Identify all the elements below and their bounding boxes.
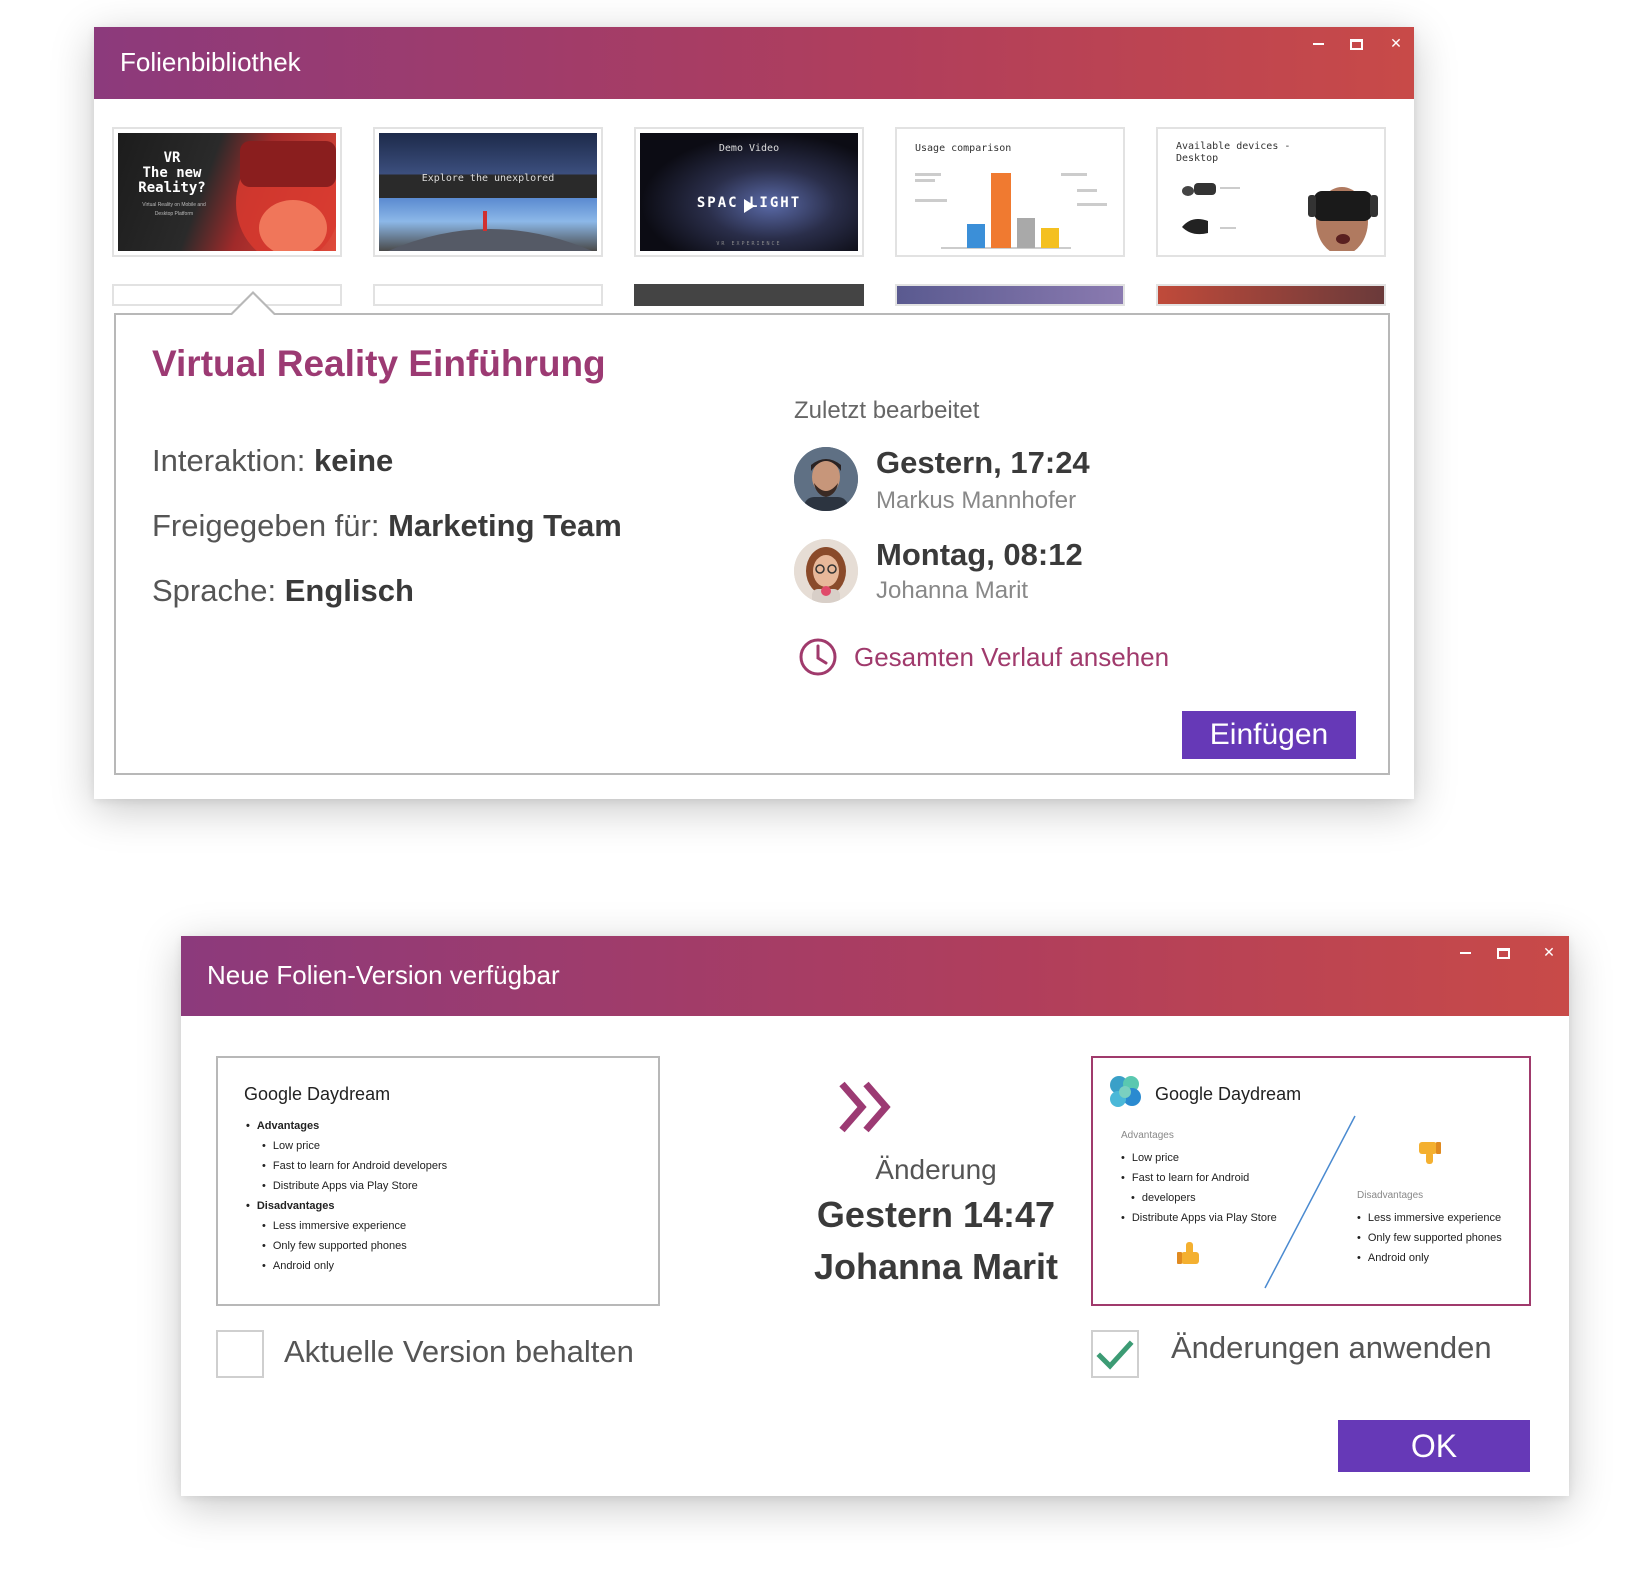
slide-thumbnail-row2-2[interactable] xyxy=(373,284,603,306)
thumb-vr-line2: The new xyxy=(142,165,202,181)
thumb-vr-line3: Reality? xyxy=(138,180,206,196)
play-icon[interactable] xyxy=(744,199,755,213)
interaction-property: Interaktion: keine xyxy=(152,443,393,479)
thumb-explore-caption: Explore the unexplored xyxy=(421,173,555,184)
current-slide-title: Google Daydream xyxy=(244,1084,391,1104)
close-icon[interactable]: ✕ xyxy=(1539,942,1559,962)
language-label: Sprache: xyxy=(152,573,277,608)
minimize-icon[interactable] xyxy=(1308,33,1328,45)
devices-image xyxy=(1182,183,1378,251)
list-item: Low price xyxy=(262,1136,447,1156)
insert-button[interactable]: Einfügen xyxy=(1182,711,1356,759)
maximize-icon[interactable] xyxy=(1346,33,1366,50)
thumbs-down-icon xyxy=(1419,1142,1441,1164)
slide-thumbnail-usage[interactable]: Usage comparison xyxy=(895,127,1125,257)
list-item: Fast to learn for Android developers xyxy=(262,1156,447,1176)
shared-property: Freigegeben für: Marketing Team xyxy=(152,508,622,544)
last-edited-label: Zuletzt bearbeitet xyxy=(794,397,980,424)
keep-version-checkbox[interactable] xyxy=(216,1330,264,1378)
language-property: Sprache: Englisch xyxy=(152,573,414,609)
slide-thumbnail-vr[interactable]: VR The new Reality? Virtual Reality on M… xyxy=(112,127,342,257)
slide-thumbnail-demo-video[interactable]: Demo Video SPAC LIGHT VR EXPERIENCE xyxy=(634,127,864,257)
list-item: Android only xyxy=(262,1256,447,1276)
thumb-demo-sub: VR EXPERIENCE xyxy=(716,241,782,247)
thumb-demo-top: Demo Video xyxy=(718,143,780,154)
maximize-icon[interactable] xyxy=(1493,942,1513,959)
change-label: Änderung xyxy=(875,1154,997,1185)
avatar-markus xyxy=(794,447,858,511)
edit-time-2: Montag, 08:12 xyxy=(876,537,1083,572)
avatar xyxy=(794,447,858,511)
minimize-icon[interactable] xyxy=(1455,942,1475,954)
shared-label: Freigegeben für: xyxy=(152,508,380,543)
list-item: Advantages xyxy=(246,1116,447,1136)
thumb-vr-line1: VR xyxy=(163,150,181,166)
keep-version-label[interactable]: Aktuelle Version behalten xyxy=(284,1334,634,1370)
slide-thumbnail-devices[interactable]: Available devices - Desktop xyxy=(1156,127,1386,257)
slide-thumbnail-row2-4[interactable] xyxy=(895,284,1125,306)
current-slide-list: Advantages Low price Fast to learn for A… xyxy=(246,1116,447,1276)
library-window: Folienbibliothek ✕ VR The new Reality? V… xyxy=(94,27,1414,799)
double-chevron-right-icon xyxy=(839,1081,891,1133)
close-icon[interactable]: ✕ xyxy=(1386,33,1406,53)
edit-time-1: Gestern, 17:24 xyxy=(876,445,1090,480)
new-slide-preview[interactable]: Google Daydream Advantages Low price Fas… xyxy=(1091,1056,1531,1306)
thumb-vr-sub2: Desktop Platform xyxy=(154,211,194,217)
interaction-value: keine xyxy=(314,443,394,478)
current-slide-preview[interactable]: Google Daydream Advantages Low price Fas… xyxy=(216,1056,660,1306)
avatar xyxy=(794,539,858,603)
interaction-label: Interaktion: xyxy=(152,443,306,478)
history-link[interactable]: Gesamten Verlauf ansehen xyxy=(798,637,1169,677)
slide-details-popup: Virtual Reality Einführung Interaktion: … xyxy=(114,291,1390,775)
shared-value: Marketing Team xyxy=(388,508,622,543)
list-item: Disadvantages xyxy=(246,1196,447,1216)
library-titlebar: Folienbibliothek ✕ xyxy=(94,27,1414,99)
edit-user-2: Johanna Marit xyxy=(876,577,1029,604)
version-window: Neue Folien-Version verfügbar ✕ Google D… xyxy=(181,936,1569,1496)
apply-changes-label[interactable]: Änderungen anwenden xyxy=(1171,1330,1492,1366)
thumbs-up-icon xyxy=(1177,1242,1199,1264)
list-item: Only few supported phones xyxy=(262,1236,447,1256)
list-item: Less immersive experience xyxy=(262,1216,447,1236)
usage-chart-image xyxy=(915,173,1107,249)
edit-user-1: Markus Mannhofer xyxy=(876,487,1077,514)
slide-thumbnail-row2-1[interactable] xyxy=(112,284,342,306)
library-window-title: Folienbibliothek xyxy=(120,47,301,77)
thumb-vr-sub1: Virtual Reality on Mobile and xyxy=(142,202,206,208)
change-time: Gestern 14:47 xyxy=(816,1194,1056,1235)
checkmark-icon xyxy=(1096,1340,1134,1370)
version-titlebar: Neue Folien-Version verfügbar ✕ xyxy=(181,936,1569,1016)
slide-thumbnail-row2-3[interactable] xyxy=(634,284,864,306)
ok-button[interactable]: OK xyxy=(1338,1420,1530,1472)
list-item: Distribute Apps via Play Store xyxy=(262,1176,447,1196)
slide-thumbnail-explore[interactable]: Explore the unexplored xyxy=(373,127,603,257)
clock-icon xyxy=(799,638,837,676)
apply-changes-checkbox[interactable] xyxy=(1091,1330,1139,1378)
language-value: Englisch xyxy=(284,573,414,608)
change-user: Johanna Marit xyxy=(813,1246,1059,1287)
avatar-johanna xyxy=(794,539,858,603)
history-link-label: Gesamten Verlauf ansehen xyxy=(854,641,1170,672)
city-skyline-image xyxy=(388,211,592,251)
slide-title: Virtual Reality Einführung xyxy=(152,343,606,384)
slide-thumbnail-row2-5[interactable] xyxy=(1156,284,1386,306)
divider-line xyxy=(1264,1115,1356,1289)
version-window-title: Neue Folien-Version verfügbar xyxy=(207,960,560,990)
